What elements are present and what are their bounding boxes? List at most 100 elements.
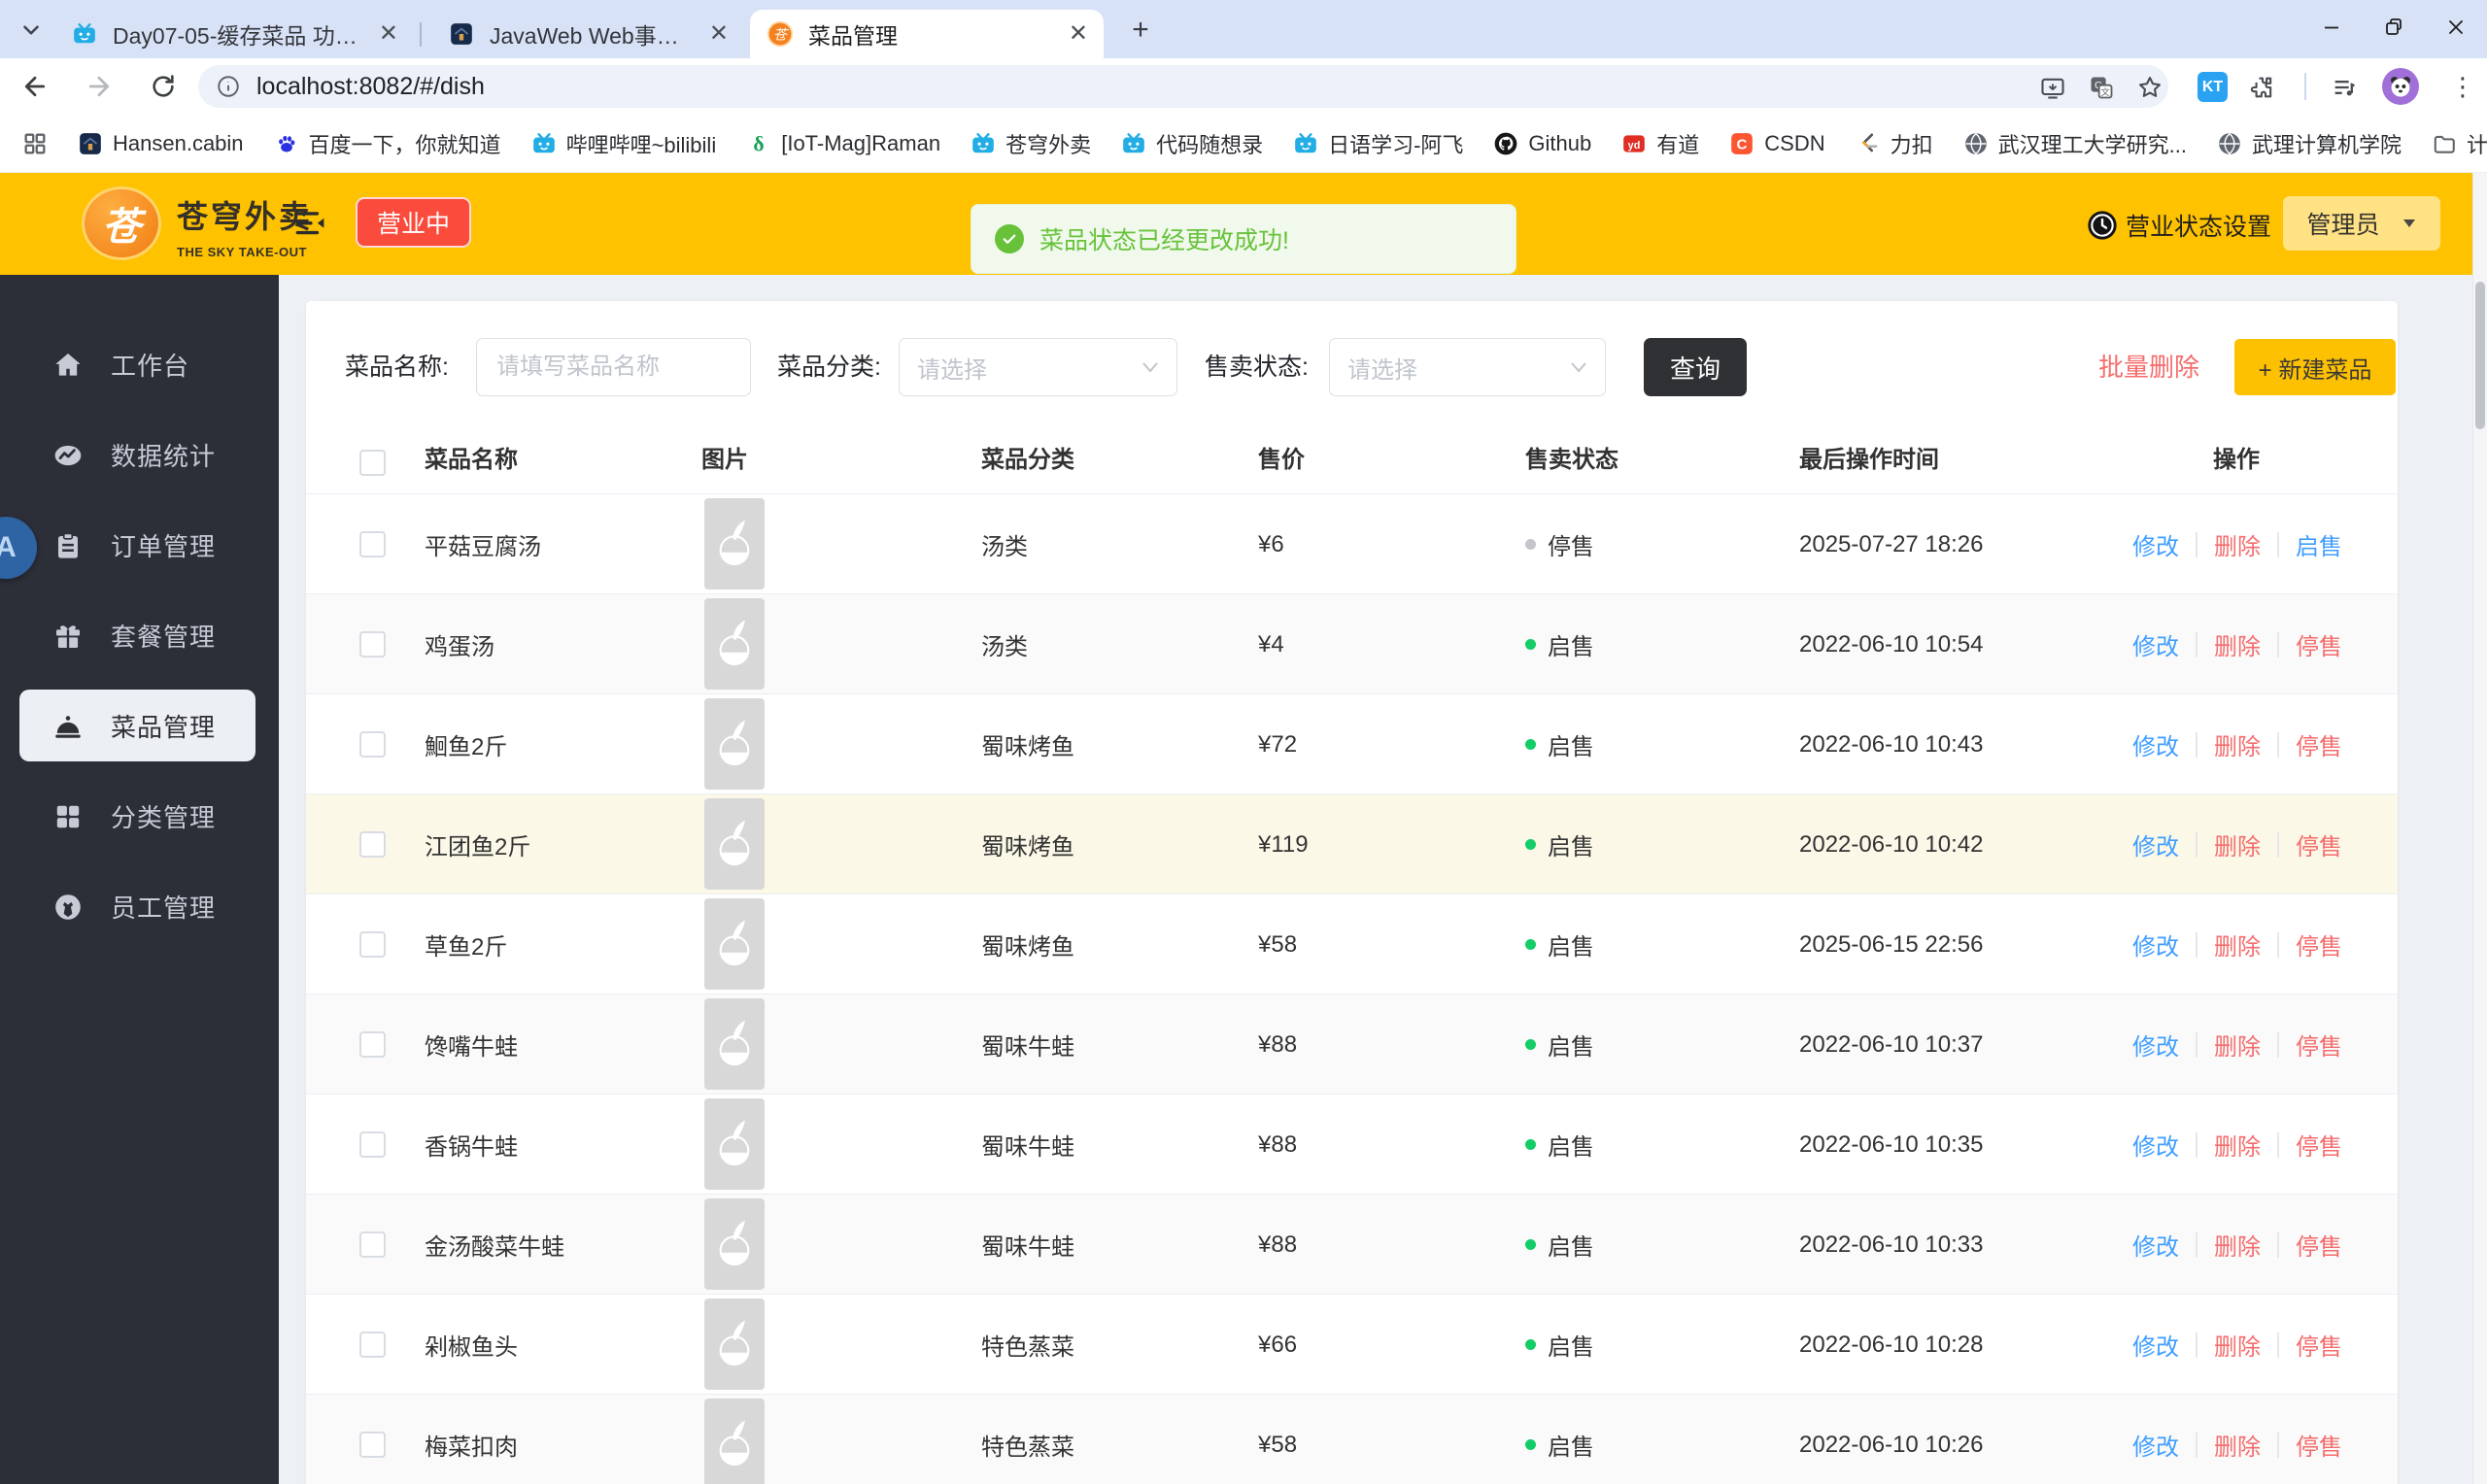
- sidebar-item-category[interactable]: 分类管理: [0, 771, 279, 861]
- edit-link[interactable]: 修改: [2132, 1328, 2179, 1362]
- bookmark-item[interactable]: 苍穹外卖: [971, 128, 1091, 159]
- bookmark-item[interactable]: yd 有道: [1621, 128, 1699, 159]
- restore-button[interactable]: [2363, 0, 2425, 54]
- browser-menu-icon[interactable]: ⋮: [2446, 68, 2479, 105]
- back-icon[interactable]: [16, 67, 54, 106]
- sell-status-select[interactable]: 请选择: [1329, 338, 1606, 396]
- delete-link[interactable]: 删除: [2214, 1128, 2261, 1162]
- edit-link[interactable]: 修改: [2132, 1028, 2179, 1062]
- row-checkbox[interactable]: [359, 731, 386, 758]
- edit-link[interactable]: 修改: [2132, 1128, 2179, 1162]
- extensions-puzzle-icon[interactable]: [2246, 71, 2279, 104]
- tab-search-chevron-icon[interactable]: [16, 15, 47, 46]
- new-tab-button[interactable]: +: [1125, 14, 1156, 46]
- select-all-checkbox[interactable]: [359, 450, 386, 476]
- toggle-status-link[interactable]: 停售: [2296, 727, 2342, 761]
- toggle-status-link[interactable]: 停售: [2296, 1028, 2342, 1062]
- delete-link[interactable]: 删除: [2214, 1428, 2261, 1462]
- row-checkbox[interactable]: [359, 931, 386, 958]
- sidebar-collapse-icon[interactable]: [293, 209, 326, 238]
- bookmark-star-icon[interactable]: [2133, 71, 2166, 104]
- bookmark-item[interactable]: C CSDN: [1729, 131, 1825, 156]
- bookmark-item[interactable]: 百度一下，你就知道: [274, 128, 501, 159]
- row-checkbox[interactable]: [359, 1231, 386, 1258]
- delete-link[interactable]: 删除: [2214, 1028, 2261, 1062]
- edit-link[interactable]: 修改: [2132, 627, 2179, 661]
- bookmark-item[interactable]: 计算机: [2432, 128, 2487, 159]
- delete-link[interactable]: 删除: [2214, 527, 2261, 561]
- browser-tab[interactable]: 苍 菜品管理 ✕: [750, 10, 1104, 58]
- reload-icon[interactable]: [144, 67, 183, 106]
- url-text[interactable]: localhost:8082/#/dish: [256, 73, 485, 101]
- delete-link[interactable]: 删除: [2214, 827, 2261, 861]
- delete-link[interactable]: 删除: [2214, 727, 2261, 761]
- user-menu-button[interactable]: 管理员: [2283, 196, 2440, 251]
- dish-category-select[interactable]: 请选择: [899, 338, 1177, 396]
- forward-icon[interactable]: [80, 67, 119, 106]
- toggle-status-link[interactable]: 停售: [2296, 827, 2342, 861]
- page-scrollbar[interactable]: [2472, 173, 2487, 1484]
- bookmark-item[interactable]: 哔哩哔哩~bilibili: [531, 128, 716, 159]
- delete-link[interactable]: 删除: [2214, 1228, 2261, 1262]
- profile-avatar[interactable]: [2382, 68, 2419, 105]
- edit-link[interactable]: 修改: [2132, 527, 2179, 561]
- toggle-status-link[interactable]: 停售: [2296, 1328, 2342, 1362]
- toggle-status-link[interactable]: 启售: [2296, 527, 2342, 561]
- row-checkbox[interactable]: [359, 1131, 386, 1158]
- sidebar-item-label: 菜品管理: [111, 713, 217, 742]
- sidebar-item-orders[interactable]: 订单管理: [0, 500, 279, 590]
- add-dish-button[interactable]: + 新建菜品: [2234, 339, 2396, 395]
- bookmark-item[interactable]: 力扣: [1856, 128, 1933, 159]
- sidebar-item-statistics[interactable]: 数据统计: [0, 410, 279, 500]
- scrollbar-thumb[interactable]: [2475, 282, 2485, 429]
- toggle-status-link[interactable]: 停售: [2296, 928, 2342, 961]
- edit-link[interactable]: 修改: [2132, 928, 2179, 961]
- business-setting[interactable]: 营业状态设置: [2087, 208, 2271, 243]
- edit-link[interactable]: 修改: [2132, 727, 2179, 761]
- toggle-status-link[interactable]: 停售: [2296, 1128, 2342, 1162]
- browser-tab[interactable]: JavaWeb Web事务管理&AOP✕: [431, 10, 744, 58]
- site-info-icon[interactable]: [216, 74, 241, 99]
- toggle-status-link[interactable]: 停售: [2296, 1428, 2342, 1462]
- sidebar-item-setmeal[interactable]: 套餐管理: [0, 590, 279, 681]
- bookmark-item[interactable]: Hansen.cabin: [78, 131, 244, 156]
- playlist-icon[interactable]: [2328, 71, 2361, 104]
- bookmark-item[interactable]: 日语学习-阿飞: [1293, 128, 1463, 159]
- apps-grid-icon[interactable]: [21, 129, 49, 158]
- row-checkbox[interactable]: [359, 1432, 386, 1458]
- tab-close-icon[interactable]: ✕: [365, 22, 398, 46]
- bookmark-item[interactable]: δ [IoT-Mag]Raman: [746, 131, 940, 156]
- search-button[interactable]: 查询: [1644, 338, 1747, 396]
- bookmark-item[interactable]: Github: [1493, 131, 1591, 156]
- sidebar-item-workbench[interactable]: 工作台: [0, 320, 279, 410]
- edit-link[interactable]: 修改: [2132, 827, 2179, 861]
- cast-icon[interactable]: [2036, 71, 2069, 104]
- edit-link[interactable]: 修改: [2132, 1428, 2179, 1462]
- toggle-status-link[interactable]: 停售: [2296, 1228, 2342, 1262]
- tab-close-icon[interactable]: ✕: [1055, 22, 1088, 46]
- row-checkbox[interactable]: [359, 1031, 386, 1058]
- browser-tab[interactable]: Day07-05-缓存菜品 功能测试✕: [54, 10, 414, 58]
- tab-close-icon[interactable]: ✕: [696, 22, 729, 46]
- row-checkbox[interactable]: [359, 631, 386, 658]
- bookmark-item[interactable]: 代码随想录: [1121, 128, 1263, 159]
- sidebar-item-employee[interactable]: 员工管理: [0, 861, 279, 952]
- bookmark-item[interactable]: 武汉理工大学研究...: [1963, 128, 2187, 159]
- toggle-status-link[interactable]: 停售: [2296, 627, 2342, 661]
- row-checkbox[interactable]: [359, 1332, 386, 1358]
- address-bar[interactable]: localhost:8082/#/dish: [198, 65, 2168, 108]
- delete-link[interactable]: 删除: [2214, 1328, 2261, 1362]
- row-checkbox[interactable]: [359, 831, 386, 858]
- batch-delete-link[interactable]: 批量删除: [2098, 338, 2199, 396]
- close-button[interactable]: [2425, 0, 2487, 54]
- kt-extension-icon[interactable]: KT: [2197, 72, 2228, 102]
- delete-link[interactable]: 删除: [2214, 928, 2261, 961]
- minimize-button[interactable]: [2300, 0, 2363, 54]
- sidebar-item-dish[interactable]: 菜品管理: [0, 681, 279, 771]
- edit-link[interactable]: 修改: [2132, 1228, 2179, 1262]
- row-checkbox[interactable]: [359, 531, 386, 557]
- delete-link[interactable]: 删除: [2214, 627, 2261, 661]
- bookmark-item[interactable]: 武理计算机学院: [2217, 128, 2402, 159]
- translate-icon[interactable]: G文: [2085, 71, 2118, 104]
- dish-name-input[interactable]: [476, 338, 751, 396]
